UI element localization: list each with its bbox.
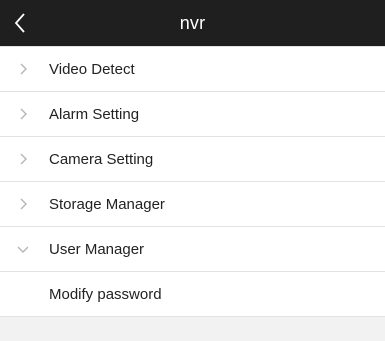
menu-item-camera-setting[interactable]: Camera Setting — [0, 137, 385, 182]
menu-item-label: Camera Setting — [49, 150, 154, 168]
chevron-right-icon — [14, 152, 32, 166]
footer-strip — [0, 317, 385, 341]
submenu-item-label: Modify password — [49, 285, 162, 303]
chevron-right-icon — [14, 197, 32, 211]
menu-item-storage-manager[interactable]: Storage Manager — [0, 182, 385, 227]
menu-item-label: Video Detect — [49, 60, 135, 78]
menu-item-alarm-setting[interactable]: Alarm Setting — [0, 92, 385, 137]
chevron-left-icon — [14, 13, 25, 33]
page-title: nvr — [179, 12, 206, 33]
chevron-right-icon — [14, 62, 32, 76]
submenu-item-modify-password[interactable]: Modify password — [0, 272, 385, 317]
menu-item-label: Alarm Setting — [49, 105, 140, 123]
back-button[interactable] — [0, 0, 40, 46]
chevron-down-icon — [14, 244, 32, 254]
menu-item-label: Storage Manager — [49, 195, 165, 213]
top-navigation-bar: nvr — [0, 0, 385, 46]
settings-menu: Video Detect Alarm Setting Camera Settin… — [0, 46, 385, 317]
menu-item-label: User Manager — [49, 240, 145, 258]
chevron-right-icon — [14, 107, 32, 121]
menu-item-video-detect[interactable]: Video Detect — [0, 47, 385, 92]
menu-item-user-manager[interactable]: User Manager — [0, 227, 385, 272]
